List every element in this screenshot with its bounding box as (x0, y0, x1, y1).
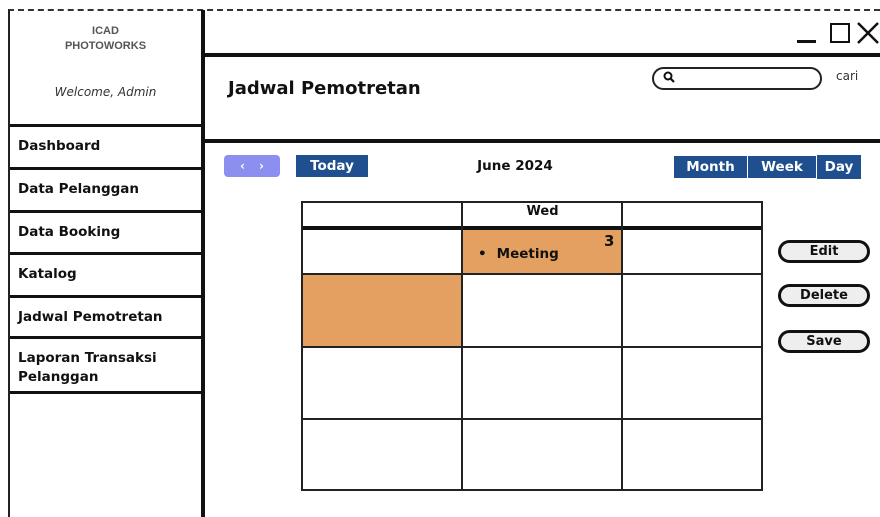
header-row-divider (303, 226, 761, 230)
row-divider (303, 273, 761, 275)
day-header: Wed (526, 204, 559, 219)
save-button[interactable]: Save (778, 330, 870, 353)
brand-line-1: ICAD (92, 25, 119, 37)
welcome-text: Welcome, Admin (54, 85, 157, 99)
column-divider (621, 203, 623, 489)
day-number: 3 (604, 232, 615, 250)
event-title: Meeting (496, 246, 559, 262)
sidebar-item-label: Data Pelanggan (18, 181, 140, 197)
titlebar-divider (203, 53, 880, 57)
sidebar-item-label: Data Booking (18, 224, 121, 240)
brand-line-2: PHOTOWORKS (64, 40, 147, 52)
search-icon (663, 70, 676, 84)
sidebar-item-katalog[interactable]: Katalog (10, 252, 202, 296)
sidebar-item-data-booking[interactable]: Data Booking (10, 210, 202, 253)
delete-button[interactable]: Delete (778, 284, 870, 307)
header-divider (203, 139, 880, 143)
event-item[interactable]: • Meeting (478, 246, 559, 262)
next-button[interactable]: › (259, 159, 264, 173)
search-label: cari (836, 69, 859, 83)
sidebar-item-data-pelanggan[interactable]: Data Pelanggan (10, 167, 202, 211)
edit-button[interactable]: Edit (778, 240, 870, 263)
prev-button[interactable]: ‹ (240, 159, 245, 173)
sidebar-item-label: Dashboard (18, 138, 101, 154)
month-view-button[interactable]: Month (674, 156, 747, 178)
row-divider (303, 346, 761, 348)
week-view-button[interactable]: Week (748, 156, 816, 178)
minimize-icon[interactable] (797, 40, 816, 43)
day-view-button[interactable]: Day (817, 155, 861, 179)
sidebar-item-label: Jadwal Pemotretan (18, 309, 163, 325)
window-top-border (8, 9, 880, 11)
app-logo: ICAD PHOTOWORKS (10, 24, 201, 54)
close-icon[interactable] (856, 21, 880, 45)
sidebar-item-laporan-transaksi[interactable]: Laporan Transaksi Pelanggan (10, 336, 202, 394)
highlighted-cell[interactable] (303, 274, 462, 346)
today-button[interactable]: Today (296, 155, 368, 177)
current-month: June 2024 (477, 158, 553, 174)
column-divider (461, 203, 463, 489)
sidebar-item-label: Laporan Transaksi Pelanggan (18, 350, 157, 385)
search-input[interactable] (652, 67, 822, 90)
row-divider (303, 418, 761, 420)
page-title: Jadwal Pemotretan (228, 78, 421, 99)
sidebar-item-jadwal-pemotretan[interactable]: Jadwal Pemotretan (10, 295, 202, 337)
sidebar-item-label: Katalog (18, 266, 77, 282)
sidebar-item-dashboard[interactable]: Dashboard (10, 124, 202, 168)
bullet-icon: • (478, 246, 487, 262)
maximize-icon[interactable] (830, 23, 850, 43)
date-nav: ‹ › (224, 155, 280, 177)
